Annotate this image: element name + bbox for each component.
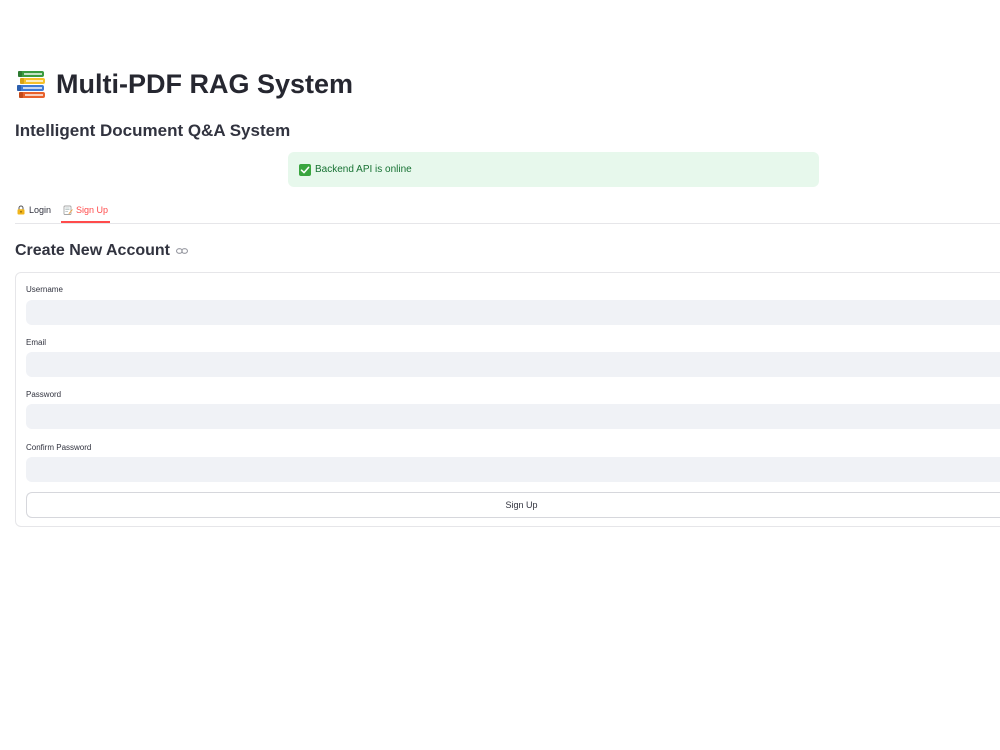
sign-up-button[interactable]: Sign Up [26,492,1000,518]
lock-icon [17,205,25,215]
auth-tabs: Login Sign Up [15,198,1000,224]
tab-login[interactable]: Login [15,198,52,222]
password-input[interactable] [26,404,1000,429]
page: Multi-PDF RAG System Intelligent Documen… [0,0,1000,750]
page-title: Multi-PDF RAG System [56,68,354,99]
check-icon [299,163,311,176]
username-label: Username [26,285,63,294]
confirm-password-input[interactable] [26,457,1000,482]
username-input[interactable] [26,300,1000,325]
password-label: Password [26,390,62,399]
email-input[interactable] [26,352,1000,377]
status-message: Backend API is online [315,164,412,175]
form-heading-text: Create New Account [15,242,170,259]
books-icon [17,71,45,98]
link-icon[interactable] [176,247,188,255]
app-title: Multi-PDF RAG System [16,68,353,100]
email-label: Email [26,338,47,347]
form-heading: Create New Account [15,242,188,260]
page-subtitle: Intelligent Document Q&A System [15,121,291,140]
memo-icon [63,205,73,215]
tab-login-label: Login [29,205,52,215]
tab-sign-up[interactable]: Sign Up [61,198,111,223]
status-alert: Backend API is online [288,152,819,187]
signup-form: Username Email Password Confirm Password… [15,272,1000,527]
confirm-password-label: Confirm Password [26,443,92,452]
tab-sign-up-label: Sign Up [76,205,109,215]
